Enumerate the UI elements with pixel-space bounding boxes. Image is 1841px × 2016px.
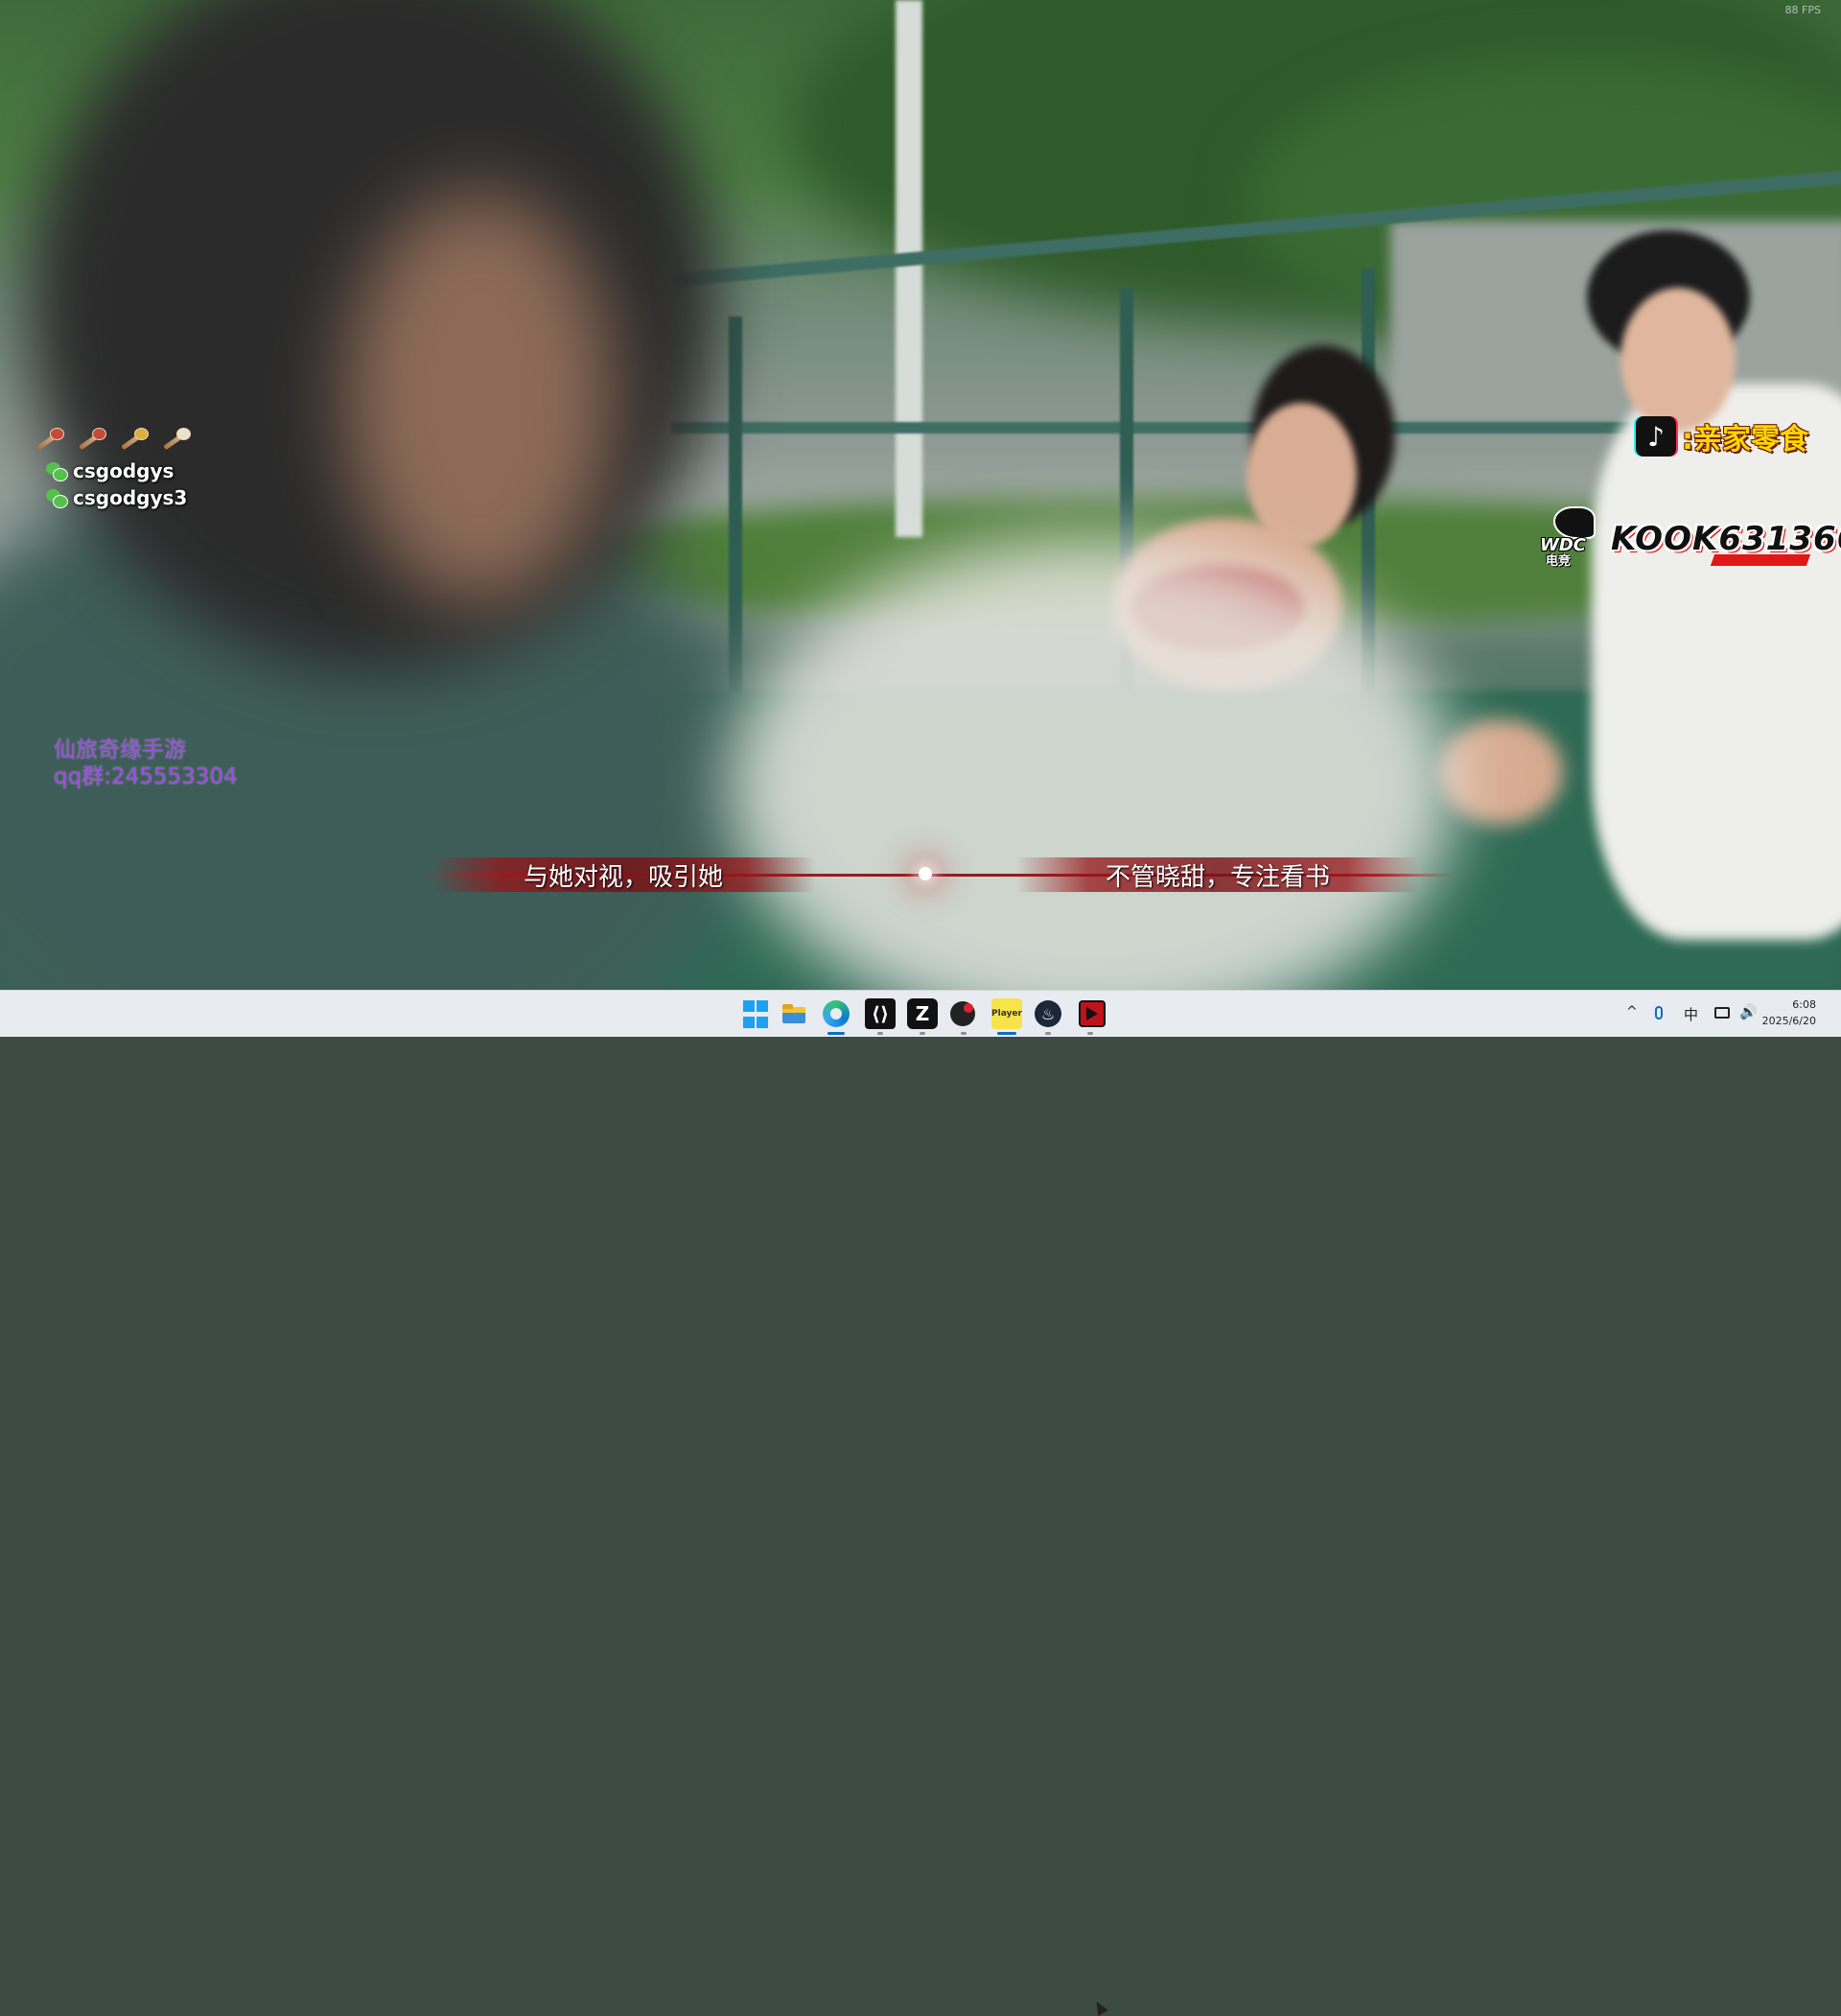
steam-icon[interactable]: ♨ [1035,1000,1061,1027]
choice-option-left[interactable]: 与她对视，吸引她 [431,854,815,896]
promo-text: 仙旅奇缘手游 qq群:245553304 [54,737,238,790]
clock-date: 2025/6/20 [1761,1015,1816,1027]
zlibrary-icon[interactable]: Z [907,998,938,1029]
wechat-id-row: csgodgys3 [46,486,187,509]
wdc-logo: WDC 电竞 [1540,506,1599,569]
taskbar: ⟨⟩ Z Player ♨ ^ 中 🔊 6:08 2025/6/20 [0,990,1841,2016]
tray-chevron-icon[interactable]: ^ [1626,1004,1638,1020]
obs-icon[interactable] [950,1001,975,1026]
item-icons [33,425,194,454]
network-icon[interactable] [1714,1007,1730,1019]
kook-code: KOOK631366 [1611,520,1841,558]
promo-line: qq群:245553304 [54,764,238,789]
man-body [1592,384,1841,940]
douyin-label: :亲家零食 [1682,423,1808,457]
running-indicator [1045,1032,1051,1035]
panther-icon [1553,506,1596,539]
wechat-icon [46,487,68,508]
tiktok-icon: ♪ [1636,416,1676,457]
system-clock[interactable]: 6:08 2025/6/20 [1762,996,1816,1029]
file-explorer-icon[interactable] [779,998,809,1029]
kook-tag [1710,554,1811,566]
selection-cursor-icon [919,867,932,880]
wechat-id: csgodgys [73,459,175,482]
wdc-logo-sub: 电竞 [1546,554,1572,569]
red-key-icon [75,425,109,454]
foreground-person-face [345,192,614,604]
fps-counter: 88 FPS [1784,4,1821,16]
kook-badge: KOOK631366 [1611,520,1841,572]
media-player-icon[interactable]: Player [991,998,1022,1029]
active-indicator [997,1032,1016,1035]
choice-label: 与她对视，吸引她 [523,862,723,892]
choice-option-right[interactable]: 不管晓甜，专注看书 [1016,854,1419,896]
player-label: Player [991,1009,1022,1019]
douyin-badge: ♪ :亲家零食 [1636,415,1808,457]
man-hand [1438,719,1563,825]
wechat-id-row: csgodgys [46,459,174,482]
gold-key-icon [117,425,151,454]
game-scene [0,0,1841,990]
dialogue-choices: 与她对视，吸引她 不管晓甜，专注看书 [422,854,1457,896]
ime-indicator[interactable]: 中 [1684,1004,1698,1024]
running-indicator [1087,1032,1093,1035]
start-icon[interactable] [740,998,771,1029]
red-key-icon [33,425,67,454]
clock-time: 6:08 [1792,998,1816,1011]
active-indicator [827,1032,845,1035]
microphone-icon[interactable] [1655,1006,1663,1020]
scene-fence-post [729,316,742,700]
running-indicator [920,1032,925,1035]
wechat-icon [46,460,68,481]
promo-line: 仙旅奇缘手游 [54,738,186,762]
scene-pole [896,0,922,537]
silver-key-icon [159,425,194,454]
wechat-id: csgodgys3 [73,486,188,509]
visual-studio-icon[interactable]: ⟨⟩ [865,998,896,1029]
running-indicator [877,1032,883,1035]
game-icon[interactable] [1079,1000,1106,1027]
choice-label: 不管晓甜，专注看书 [1105,862,1330,892]
mouse-cursor-icon [1091,1998,1108,2016]
volume-icon[interactable]: 🔊 [1739,1003,1758,1020]
steam-glyph: ♨ [1040,1004,1056,1023]
man-face [1620,288,1736,432]
running-indicator [961,1032,967,1035]
edge-icon[interactable] [823,1000,850,1027]
